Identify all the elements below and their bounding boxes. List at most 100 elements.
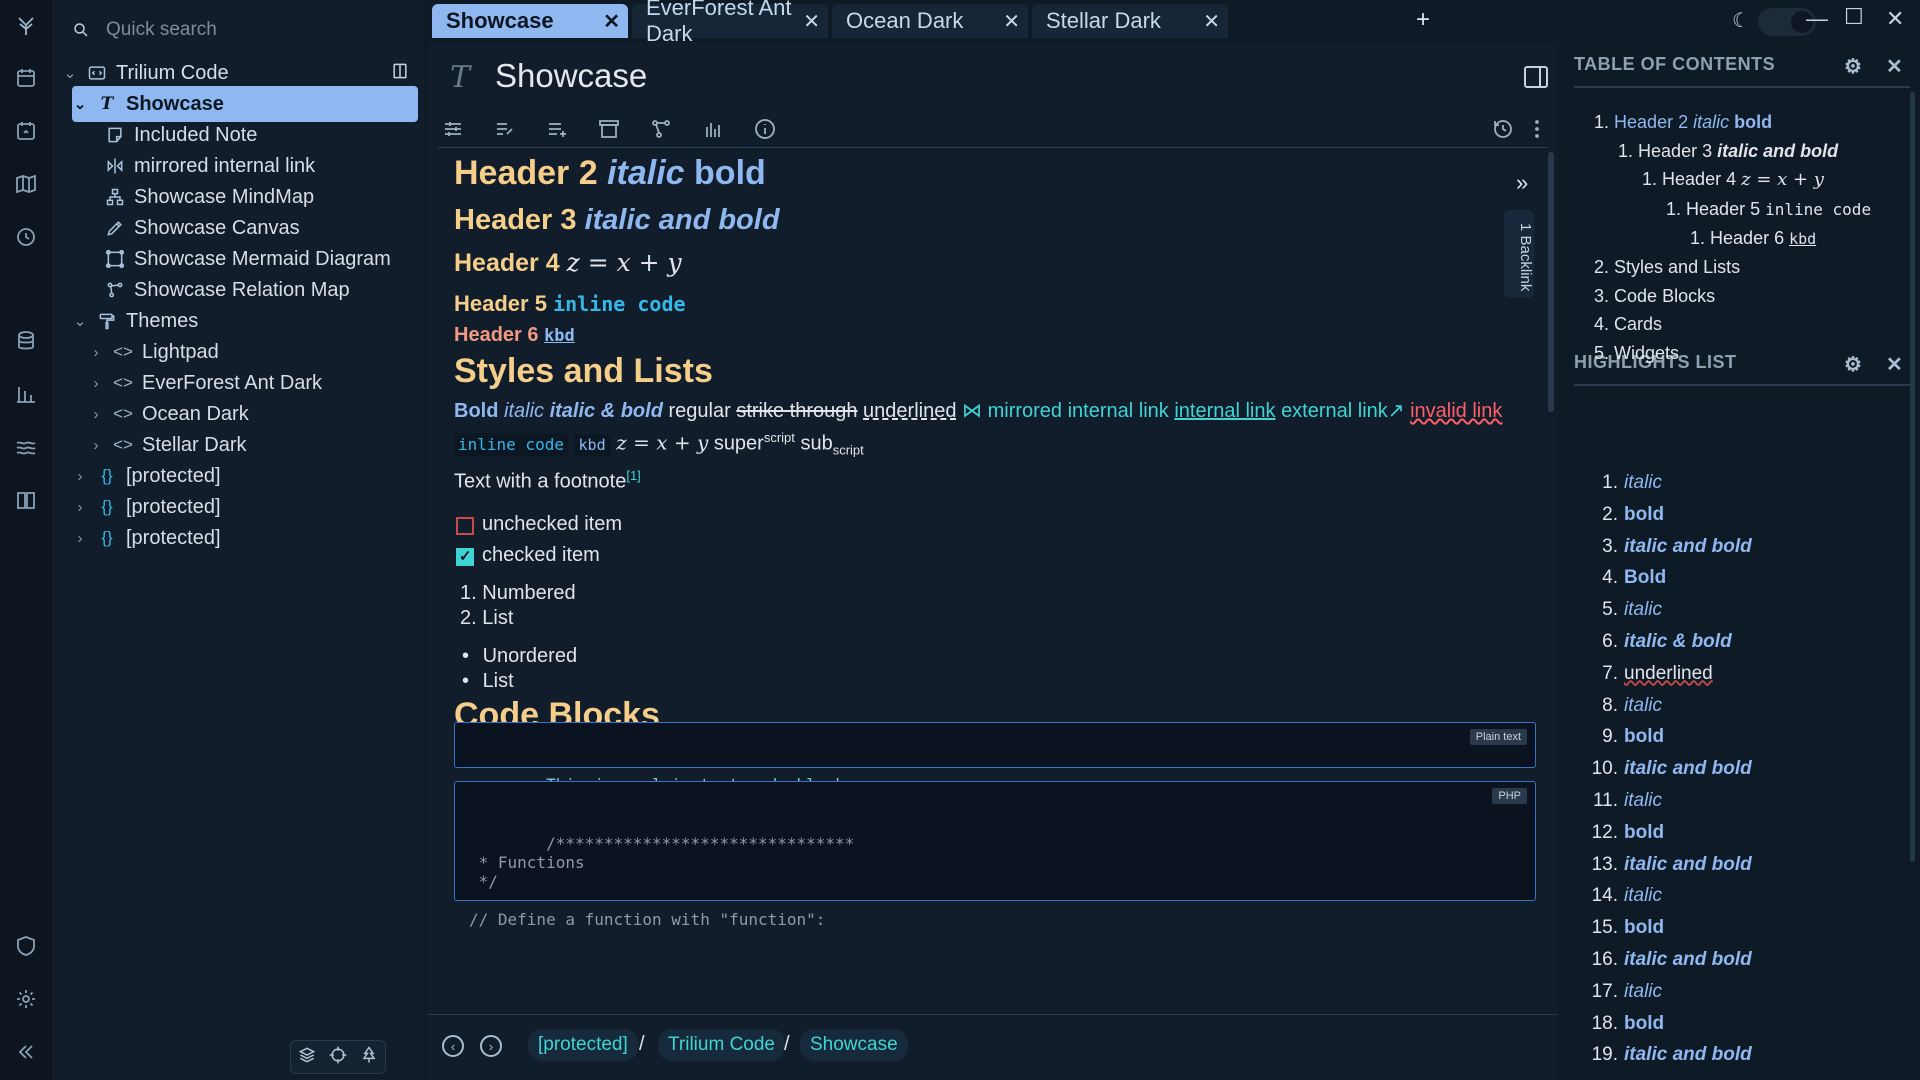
highlight-item[interactable]: 5. italic	[1578, 599, 1662, 621]
collapse-left-icon[interactable]	[11, 1037, 41, 1067]
quick-search-input[interactable]	[106, 19, 396, 41]
invalid-link[interactable]: invalid link	[1410, 400, 1502, 422]
history-icon[interactable]	[1490, 116, 1516, 142]
tab-showcase[interactable]: Showcase ✕	[432, 4, 628, 38]
tab-stellar-dark[interactable]: Stellar Dark ✕	[1032, 4, 1228, 38]
shield-icon[interactable]	[11, 931, 41, 961]
close-icon[interactable]: ✕	[1886, 352, 1903, 377]
highlight-item[interactable]: 12. bold	[1578, 822, 1665, 844]
highlight-item[interactable]: 15. bold	[1578, 917, 1665, 939]
close-window-icon[interactable]: ✕	[1886, 6, 1904, 32]
chevron-right-icon[interactable]: ›	[72, 468, 88, 485]
new-tab-icon[interactable]: +	[1416, 6, 1430, 34]
chevron-down-icon[interactable]: ⌄	[72, 95, 88, 113]
options-icon[interactable]	[440, 116, 466, 142]
highlight-item[interactable]: 1. italic	[1578, 472, 1662, 494]
close-tab-icon[interactable]: ✕	[1203, 9, 1220, 34]
highlight-item[interactable]: 8. italic	[1578, 695, 1662, 717]
database-icon[interactable]	[11, 326, 41, 356]
toc-item[interactable]: 4. Cards	[1594, 314, 1662, 335]
chevron-right-icon[interactable]: ›	[88, 437, 104, 454]
settings-gear-icon[interactable]	[11, 984, 41, 1014]
right-pane-scrollbar[interactable]	[1910, 92, 1915, 862]
highlight-item[interactable]: 19. italic and bold	[1578, 1044, 1752, 1066]
highlight-item[interactable]: 14. italic	[1578, 885, 1662, 907]
toc-item[interactable]: 1. Header 2 italic bold	[1594, 112, 1772, 133]
highlight-item[interactable]: 9. bold	[1578, 726, 1664, 748]
moon-icon[interactable]: ☾	[1732, 8, 1750, 33]
archive-icon[interactable]	[596, 116, 622, 142]
trilium-logo-icon[interactable]	[11, 12, 41, 42]
more-menu-icon[interactable]	[1524, 116, 1550, 142]
unchecked-checkbox[interactable]	[456, 517, 474, 535]
close-icon[interactable]: ✕	[1886, 54, 1903, 79]
breadcrumb-item[interactable]: Trilium Code	[658, 1029, 785, 1061]
tree-item-protected[interactable]: › {} [protected]	[72, 520, 221, 556]
highlight-item[interactable]: 6. italic & bold	[1578, 631, 1732, 653]
chevron-right-icon[interactable]: ›	[88, 375, 104, 392]
note-content[interactable]: Header 2 italic bold Header 3 italic and…	[428, 154, 1538, 1004]
chevron-down-icon[interactable]: ⌄	[72, 312, 88, 330]
highlight-item[interactable]: 18. bold	[1578, 1013, 1665, 1035]
external-link[interactable]: external link↗	[1281, 400, 1404, 422]
internal-link[interactable]: internal link	[1174, 400, 1275, 422]
highlight-item[interactable]: 13. italic and bold	[1578, 854, 1752, 876]
breadcrumb-item[interactable]: Showcase	[800, 1029, 908, 1061]
relation-icon[interactable]	[648, 116, 674, 142]
highlight-item[interactable]: 16. italic and bold	[1578, 949, 1752, 971]
today-icon[interactable]	[11, 116, 41, 146]
toc-item[interactable]: 3. Code Blocks	[1594, 286, 1715, 307]
bar-chart-icon[interactable]	[700, 116, 726, 142]
gear-icon[interactable]: ⚙	[1844, 54, 1862, 79]
minimize-icon[interactable]: —	[1806, 6, 1828, 32]
chevron-right-icon[interactable]: ›	[72, 530, 88, 547]
history-icon[interactable]	[11, 222, 41, 252]
highlight-item[interactable]: 2. bold	[1578, 504, 1664, 526]
close-tab-icon[interactable]: ✕	[803, 9, 820, 34]
highlight-item[interactable]: 7. underlined	[1578, 663, 1713, 685]
edit-list-icon[interactable]	[492, 116, 518, 142]
book-icon[interactable]	[11, 485, 41, 515]
stats-icon[interactable]	[11, 379, 41, 409]
mirrored-link[interactable]: mirrored internal link	[988, 400, 1169, 422]
forward-icon[interactable]: ›	[480, 1035, 502, 1057]
tab-ocean-dark[interactable]: Ocean Dark ✕	[832, 4, 1028, 38]
chevron-right-icon[interactable]: ›	[88, 344, 104, 361]
gear-icon[interactable]: ⚙	[1844, 352, 1862, 377]
target-icon[interactable]	[328, 1045, 348, 1070]
breadcrumb-item[interactable]: [protected]	[528, 1029, 638, 1061]
hoisted-book-icon[interactable]	[390, 61, 410, 87]
toc-item[interactable]: 1. Header 3 italic and bold	[1618, 141, 1838, 162]
map-icon[interactable]	[11, 169, 41, 199]
add-list-icon[interactable]	[544, 116, 570, 142]
footnote-ref[interactable]: [1]	[626, 468, 640, 483]
calendar-icon[interactable]	[11, 63, 41, 93]
close-tab-icon[interactable]: ✕	[603, 9, 620, 34]
toc-item[interactable]: 1. Header 6 kbd	[1690, 228, 1816, 249]
toc-item[interactable]: 5. Widgets	[1594, 343, 1679, 364]
note-title[interactable]: Showcase	[495, 57, 647, 95]
waves-icon[interactable]	[11, 432, 41, 462]
highlight-item[interactable]: 3. italic and bold	[1578, 536, 1752, 558]
back-icon[interactable]: ‹	[442, 1035, 464, 1057]
layers-icon[interactable]	[297, 1045, 317, 1070]
maximize-icon[interactable]: ☐	[1844, 4, 1864, 30]
php-code-block[interactable]: PHP /******************************* * F…	[454, 781, 1536, 929]
highlight-item[interactable]: 11. italic	[1578, 790, 1662, 812]
chevron-right-icon[interactable]: ›	[88, 406, 104, 423]
toc-item[interactable]: 1. Header 5 inline code	[1666, 199, 1871, 220]
checked-checkbox[interactable]	[456, 547, 474, 566]
highlight-item[interactable]: 4. Bold	[1578, 567, 1666, 589]
chevron-right-icon[interactable]: ›	[72, 499, 88, 516]
close-tab-icon[interactable]: ✕	[1003, 9, 1020, 34]
toc-item[interactable]: 1. Header 4 z = x + y	[1642, 169, 1824, 190]
toc-item[interactable]: 2. Styles and Lists	[1594, 257, 1740, 278]
content-scrollbar[interactable]	[1548, 152, 1554, 412]
chevron-down-icon[interactable]: ⌄	[62, 64, 78, 82]
tree-icon[interactable]	[359, 1045, 379, 1070]
tab-everforest[interactable]: EverForest Ant Dark ✕	[632, 0, 828, 46]
plain-code-block[interactable]: Plain text This is a plain text code blo…	[454, 722, 1536, 794]
info-icon[interactable]	[752, 116, 778, 142]
toggle-right-pane-icon[interactable]	[1524, 66, 1548, 88]
highlight-item[interactable]: 17. italic	[1578, 981, 1662, 1003]
